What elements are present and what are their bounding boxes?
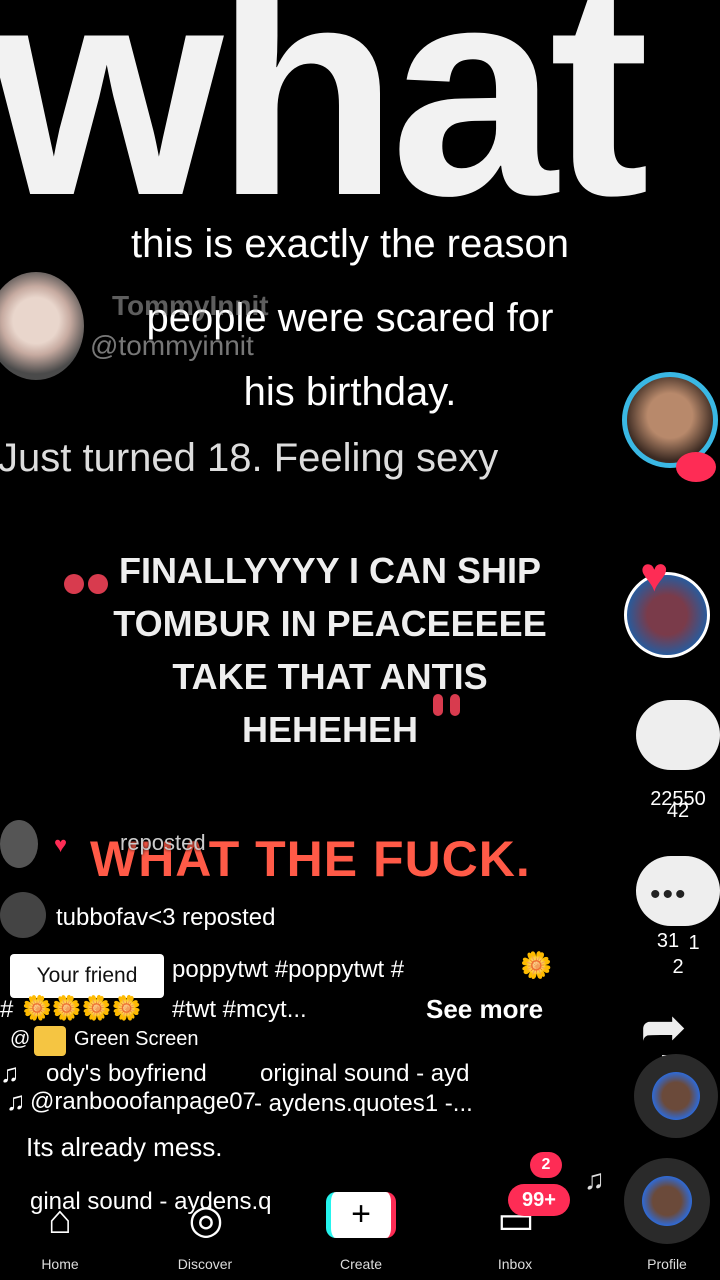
comment-count-c: 2 xyxy=(672,956,684,978)
follow-plus-icon[interactable] xyxy=(676,452,716,482)
tweet-author-handle: @tommyinnit xyxy=(90,330,254,361)
hashtags-line-1[interactable]: poppytwt #poppytwt # xyxy=(172,956,404,984)
at-symbol: @ xyxy=(10,1028,31,1050)
music-disc-icon[interactable] xyxy=(634,1054,718,1138)
nav-home-label[interactable]: Home xyxy=(5,1256,115,1272)
quote-close-icon xyxy=(430,692,466,725)
like-count-b: 42 xyxy=(666,800,690,822)
nav-discover-label[interactable]: Discover xyxy=(150,1256,260,1272)
quote-line-4: HEHEHEH xyxy=(241,709,419,750)
comment-text: Its already mess. xyxy=(26,1132,223,1162)
share-arrow-icon[interactable]: ➦ xyxy=(640,994,687,1060)
reposted-label-small: reposted xyxy=(120,830,206,855)
background-what-text: what xyxy=(0,0,649,258)
repost-avatar[interactable] xyxy=(0,892,46,938)
inbox-badge: 99+ xyxy=(508,1184,570,1216)
nav-create-label[interactable]: Create xyxy=(306,1256,416,1272)
green-screen-label[interactable]: Green Screen xyxy=(74,1028,199,1051)
music-line-1-left[interactable]: ody's boyfriend xyxy=(46,1060,207,1088)
like-button-icon[interactable] xyxy=(636,700,720,770)
see-more-link[interactable]: See more xyxy=(426,994,543,1025)
green-screen-effect-icon xyxy=(34,1026,66,1056)
music-line-2-user[interactable]: @ranbooofanpage07 xyxy=(30,1088,256,1116)
caption-line-3: his birthday. xyxy=(243,370,457,414)
sunflower-icon-row: 🌼🌼🌼🌼 xyxy=(22,995,142,1022)
music-line-1-right[interactable]: original sound - ayd xyxy=(260,1060,469,1088)
comment-bubble-icon[interactable]: ••• xyxy=(636,856,720,926)
home-icon[interactable]: ⌂ xyxy=(30,1190,90,1250)
discover-compass-icon[interactable]: ◎ xyxy=(176,1190,236,1250)
quote-line-1: FINALLYYYY I CAN SHIP xyxy=(118,550,542,591)
sunflower-icon: 🌼 xyxy=(520,950,553,980)
hashtags-line-2[interactable]: #twt #mcyt... xyxy=(172,996,307,1024)
comment-count-b: 1 xyxy=(688,932,700,954)
tweet-avatar xyxy=(0,272,84,380)
create-plus-button[interactable]: + xyxy=(326,1192,396,1238)
nav-profile-label[interactable]: Profile xyxy=(612,1256,720,1272)
like-heart-icon[interactable]: ♥ xyxy=(640,548,669,603)
repost-avatar-small[interactable] xyxy=(0,820,38,868)
quote-text: FINALLYYYY I CAN SHIP TOMBUR IN PEACEEEE… xyxy=(80,544,580,756)
nav-inbox-label[interactable]: Inbox xyxy=(460,1256,570,1272)
inbox-top-badge: 2 xyxy=(530,1152,562,1178)
hashtag-emoji-row: # xyxy=(0,996,14,1023)
quote-line-2: TOMBUR IN PEACEEEEE xyxy=(113,603,547,644)
tweet-body: Just turned 18. Feeling sexy xyxy=(0,436,499,480)
caption-line-1: this is exactly the reason xyxy=(131,222,569,266)
music-note-icon: ♫ xyxy=(0,1058,20,1088)
repost-row-text[interactable]: tubbofav<3 reposted xyxy=(56,904,276,932)
bottom-nav-bar: ginal sound - aydens.q ⌂ Home ◎ Discover… xyxy=(0,1152,720,1280)
friend-tag: Your friend xyxy=(10,954,164,998)
tweet-author-name: TommyInnit xyxy=(112,290,269,321)
music-note-icon-2: ♫ xyxy=(6,1086,26,1116)
quote-line-3: TAKE THAT ANTIS xyxy=(172,656,488,697)
music-line-2-sound[interactable]: - aydens.quotes1 -... xyxy=(254,1090,473,1118)
heart-icon: ♥ xyxy=(54,832,68,857)
